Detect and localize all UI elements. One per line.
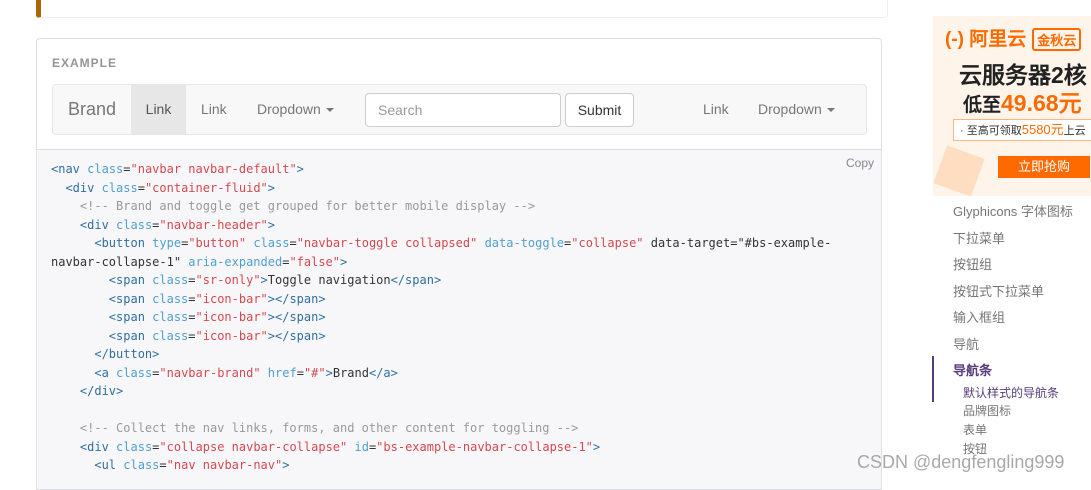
navbar-brand[interactable]: Brand [68, 85, 116, 134]
code-listing: <nav class="navbar navbar-default"> <div… [51, 162, 832, 472]
advertisement[interactable]: (-) 阿里云 金秋云 云服务器2核 低至49.68元 · 至高可领取5580元上… [933, 16, 1091, 196]
nav-link-active[interactable]: Link [131, 85, 186, 134]
ad-coupon-amount: 5580元 [1021, 122, 1064, 137]
side-nav-item-button-dropdowns[interactable]: 按钮式下拉菜单 [953, 281, 1044, 300]
side-nav-subitem-default-navbar[interactable]: 默认样式的导航条 [963, 384, 1059, 401]
side-nav-item-navs[interactable]: 导航 [953, 334, 979, 353]
ad-cta-button[interactable]: 立即抢购 [998, 156, 1090, 178]
nav-link[interactable]: Link [201, 85, 227, 134]
nav-dropdown-left[interactable]: Dropdown [257, 85, 334, 134]
copy-button[interactable]: Copy [846, 156, 874, 170]
ad-price-prefix: 低至 [963, 95, 1002, 116]
ad-decoration [933, 145, 985, 196]
side-nav-subitem-brand[interactable]: 品牌图标 [963, 402, 1011, 419]
side-nav-item-navbar[interactable]: 导航条 [953, 360, 992, 379]
submit-button[interactable]: Submit [565, 93, 634, 127]
ad-coupon-prefix: · 至高可领取 [960, 125, 1022, 137]
side-nav-item-input-groups[interactable]: 输入框组 [953, 307, 1005, 326]
nav-link-right[interactable]: Link [703, 85, 729, 134]
nav-dropdown-right[interactable]: Dropdown [758, 85, 835, 134]
side-nav-active-indicator [932, 356, 934, 402]
example-block: EXAMPLE Brand Link Link Dropdown Submit … [36, 38, 882, 150]
ad-price: 低至49.68元 [963, 84, 1082, 118]
ad-tag: 金秋云 [1032, 28, 1082, 51]
demo-navbar: Brand Link Link Dropdown Submit Link Dro… [52, 84, 867, 135]
code-block: Copy <nav class="navbar navbar-default">… [36, 150, 882, 490]
caret-down-icon [325, 108, 334, 113]
ad-coupon: · 至高可领取5580元上云 [953, 119, 1091, 141]
ad-brand: (-) 阿里云 金秋云 [945, 24, 1082, 51]
nav-dropdown-label: Dropdown [758, 101, 822, 117]
example-label: EXAMPLE [52, 56, 118, 70]
callout-fragment [36, 0, 888, 18]
side-nav-subitem-forms[interactable]: 表单 [963, 421, 987, 438]
side-nav-item-button-groups[interactable]: 按钮组 [953, 254, 992, 273]
ad-coupon-suffix: 上云 [1063, 125, 1086, 137]
caret-down-icon [826, 108, 835, 113]
side-nav-item-dropdowns[interactable]: 下拉菜单 [953, 228, 1005, 247]
csdn-watermark: CSDN @dengfengling999 [857, 452, 1065, 472]
ad-price-value: 49.68元 [1001, 90, 1082, 116]
side-nav-item-glyphicons[interactable]: Glyphicons 字体图标 [953, 201, 1073, 220]
ad-brand-name: 阿里云 [969, 29, 1027, 50]
nav-dropdown-label: Dropdown [257, 101, 321, 117]
search-input[interactable] [365, 93, 561, 127]
aliyun-logo-icon: (-) [945, 29, 964, 50]
